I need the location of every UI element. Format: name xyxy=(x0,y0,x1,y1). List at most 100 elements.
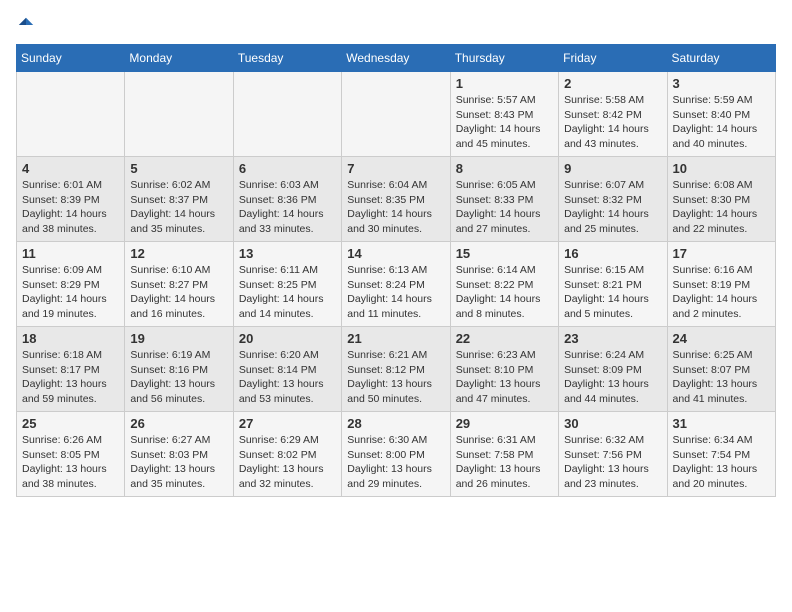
calendar-day-cell: 25 Sunrise: 6:26 AMSunset: 8:05 PMDayligh… xyxy=(17,412,125,497)
calendar-week-row: 4 Sunrise: 6:01 AMSunset: 8:39 PMDaylight… xyxy=(17,157,776,242)
day-info: Sunrise: 6:02 AMSunset: 8:37 PMDaylight:… xyxy=(130,178,227,237)
day-number: 22 xyxy=(456,331,553,346)
calendar-day-cell: 22Sunrise: 6:23 AMSunset: 8:10 PMDayligh… xyxy=(450,327,558,412)
day-number: 11 xyxy=(22,246,119,261)
calendar-day-cell: 11 Sunrise: 6:09 AMSunset: 8:29 PMDayligh… xyxy=(17,242,125,327)
page-header xyxy=(16,16,776,34)
calendar-day-cell: 12 Sunrise: 6:10 AMSunset: 8:27 PMDayligh… xyxy=(125,242,233,327)
day-number: 28 xyxy=(347,416,444,431)
calendar-day-cell: 24 Sunrise: 6:25 AMSunset: 8:07 PMDayligh… xyxy=(667,327,775,412)
calendar-day-cell: 19 Sunrise: 6:19 AMSunset: 8:16 PMDayligh… xyxy=(125,327,233,412)
calendar-day-cell: 18 Sunrise: 6:18 AMSunset: 8:17 PMDayligh… xyxy=(17,327,125,412)
day-info: Sunrise: 6:30 AMSunset: 8:00 PMDaylight:… xyxy=(347,433,444,492)
day-of-week-header: Friday xyxy=(559,45,667,72)
day-number: 18 xyxy=(22,331,119,346)
day-info: Sunrise: 6:18 AMSunset: 8:17 PMDaylight:… xyxy=(22,348,119,407)
day-info: Sunrise: 6:20 AMSunset: 8:14 PMDaylight:… xyxy=(239,348,336,407)
day-info: Sunrise: 6:25 AMSunset: 8:07 PMDaylight:… xyxy=(673,348,770,407)
calendar-day-cell: 6Sunrise: 6:03 AMSunset: 8:36 PMDaylight… xyxy=(233,157,341,242)
day-of-week-header: Sunday xyxy=(17,45,125,72)
day-info: Sunrise: 5:57 AMSunset: 8:43 PMDaylight:… xyxy=(456,93,553,152)
day-info: Sunrise: 6:29 AMSunset: 8:02 PMDaylight:… xyxy=(239,433,336,492)
day-info: Sunrise: 6:07 AMSunset: 8:32 PMDaylight:… xyxy=(564,178,661,237)
calendar-day-cell: 5 Sunrise: 6:02 AMSunset: 8:37 PMDaylight… xyxy=(125,157,233,242)
day-number: 21 xyxy=(347,331,444,346)
day-number: 23 xyxy=(564,331,661,346)
day-info: Sunrise: 6:26 AMSunset: 8:05 PMDaylight:… xyxy=(22,433,119,492)
day-number: 4 xyxy=(22,161,119,176)
day-info: Sunrise: 6:24 AMSunset: 8:09 PMDaylight:… xyxy=(564,348,661,407)
calendar-day-cell: 14 Sunrise: 6:13 AMSunset: 8:24 PMDayligh… xyxy=(342,242,450,327)
calendar-day-cell: 2 Sunrise: 5:58 AMSunset: 8:42 PMDaylight… xyxy=(559,72,667,157)
day-number: 14 xyxy=(347,246,444,261)
calendar-day-cell xyxy=(233,72,341,157)
calendar-day-cell: 27 Sunrise: 6:29 AMSunset: 8:02 PMDayligh… xyxy=(233,412,341,497)
day-info: Sunrise: 6:31 AMSunset: 7:58 PMDaylight:… xyxy=(456,433,553,492)
calendar-day-cell: 15Sunrise: 6:14 AMSunset: 8:22 PMDayligh… xyxy=(450,242,558,327)
calendar-day-cell: 16 Sunrise: 6:15 AMSunset: 8:21 PMDayligh… xyxy=(559,242,667,327)
day-info: Sunrise: 6:09 AMSunset: 8:29 PMDaylight:… xyxy=(22,263,119,322)
calendar-day-cell: 29 Sunrise: 6:31 AMSunset: 7:58 PMDayligh… xyxy=(450,412,558,497)
day-number: 26 xyxy=(130,416,227,431)
day-number: 10 xyxy=(673,161,770,176)
calendar-table: SundayMondayTuesdayWednesdayThursdayFrid… xyxy=(16,44,776,497)
day-number: 8 xyxy=(456,161,553,176)
day-info: Sunrise: 6:11 AMSunset: 8:25 PMDaylight:… xyxy=(239,263,336,322)
day-info: Sunrise: 6:21 AMSunset: 8:12 PMDaylight:… xyxy=(347,348,444,407)
day-number: 16 xyxy=(564,246,661,261)
calendar-day-cell: 20 Sunrise: 6:20 AMSunset: 8:14 PMDayligh… xyxy=(233,327,341,412)
day-info: Sunrise: 6:16 AMSunset: 8:19 PMDaylight:… xyxy=(673,263,770,322)
calendar-day-cell: 10Sunrise: 6:08 AMSunset: 8:30 PMDayligh… xyxy=(667,157,775,242)
day-of-week-header: Wednesday xyxy=(342,45,450,72)
day-of-week-header: Saturday xyxy=(667,45,775,72)
day-number: 29 xyxy=(456,416,553,431)
day-number: 19 xyxy=(130,331,227,346)
day-info: Sunrise: 6:19 AMSunset: 8:16 PMDaylight:… xyxy=(130,348,227,407)
day-of-week-header: Thursday xyxy=(450,45,558,72)
day-number: 24 xyxy=(673,331,770,346)
day-info: Sunrise: 6:32 AMSunset: 7:56 PMDaylight:… xyxy=(564,433,661,492)
day-info: Sunrise: 6:04 AMSunset: 8:35 PMDaylight:… xyxy=(347,178,444,237)
day-number: 12 xyxy=(130,246,227,261)
calendar-day-cell: 4 Sunrise: 6:01 AMSunset: 8:39 PMDaylight… xyxy=(17,157,125,242)
day-number: 5 xyxy=(130,161,227,176)
calendar-day-cell: 13 Sunrise: 6:11 AMSunset: 8:25 PMDayligh… xyxy=(233,242,341,327)
calendar-day-cell: 9 Sunrise: 6:07 AMSunset: 8:32 PMDaylight… xyxy=(559,157,667,242)
calendar-day-cell: 31Sunrise: 6:34 AMSunset: 7:54 PMDayligh… xyxy=(667,412,775,497)
calendar-week-row: 11 Sunrise: 6:09 AMSunset: 8:29 PMDayligh… xyxy=(17,242,776,327)
day-info: Sunrise: 6:10 AMSunset: 8:27 PMDaylight:… xyxy=(130,263,227,322)
day-number: 1 xyxy=(456,76,553,91)
day-info: Sunrise: 6:01 AMSunset: 8:39 PMDaylight:… xyxy=(22,178,119,237)
calendar-day-cell: 23 Sunrise: 6:24 AMSunset: 8:09 PMDayligh… xyxy=(559,327,667,412)
day-info: Sunrise: 6:05 AMSunset: 8:33 PMDaylight:… xyxy=(456,178,553,237)
calendar-day-cell xyxy=(17,72,125,157)
day-number: 27 xyxy=(239,416,336,431)
day-info: Sunrise: 6:27 AMSunset: 8:03 PMDaylight:… xyxy=(130,433,227,492)
calendar-day-cell xyxy=(342,72,450,157)
calendar-day-cell: 3Sunrise: 5:59 AMSunset: 8:40 PMDaylight… xyxy=(667,72,775,157)
calendar-week-row: 18 Sunrise: 6:18 AMSunset: 8:17 PMDayligh… xyxy=(17,327,776,412)
day-number: 7 xyxy=(347,161,444,176)
day-number: 30 xyxy=(564,416,661,431)
day-number: 31 xyxy=(673,416,770,431)
day-number: 2 xyxy=(564,76,661,91)
calendar-week-row: 25 Sunrise: 6:26 AMSunset: 8:05 PMDayligh… xyxy=(17,412,776,497)
day-number: 17 xyxy=(673,246,770,261)
day-info: Sunrise: 5:58 AMSunset: 8:42 PMDaylight:… xyxy=(564,93,661,152)
calendar-day-cell: 30 Sunrise: 6:32 AMSunset: 7:56 PMDayligh… xyxy=(559,412,667,497)
calendar-day-cell: 28 Sunrise: 6:30 AMSunset: 8:00 PMDayligh… xyxy=(342,412,450,497)
day-info: Sunrise: 6:03 AMSunset: 8:36 PMDaylight:… xyxy=(239,178,336,237)
day-number: 9 xyxy=(564,161,661,176)
day-number: 20 xyxy=(239,331,336,346)
day-of-week-header: Monday xyxy=(125,45,233,72)
day-info: Sunrise: 6:15 AMSunset: 8:21 PMDaylight:… xyxy=(564,263,661,322)
day-number: 15 xyxy=(456,246,553,261)
day-info: Sunrise: 6:13 AMSunset: 8:24 PMDaylight:… xyxy=(347,263,444,322)
day-number: 3 xyxy=(673,76,770,91)
calendar-day-cell: 8 Sunrise: 6:05 AMSunset: 8:33 PMDaylight… xyxy=(450,157,558,242)
day-number: 13 xyxy=(239,246,336,261)
calendar-day-cell: 17 Sunrise: 6:16 AMSunset: 8:19 PMDayligh… xyxy=(667,242,775,327)
calendar-week-row: 1 Sunrise: 5:57 AMSunset: 8:43 PMDaylight… xyxy=(17,72,776,157)
logo-icon xyxy=(17,16,35,34)
day-number: 25 xyxy=(22,416,119,431)
